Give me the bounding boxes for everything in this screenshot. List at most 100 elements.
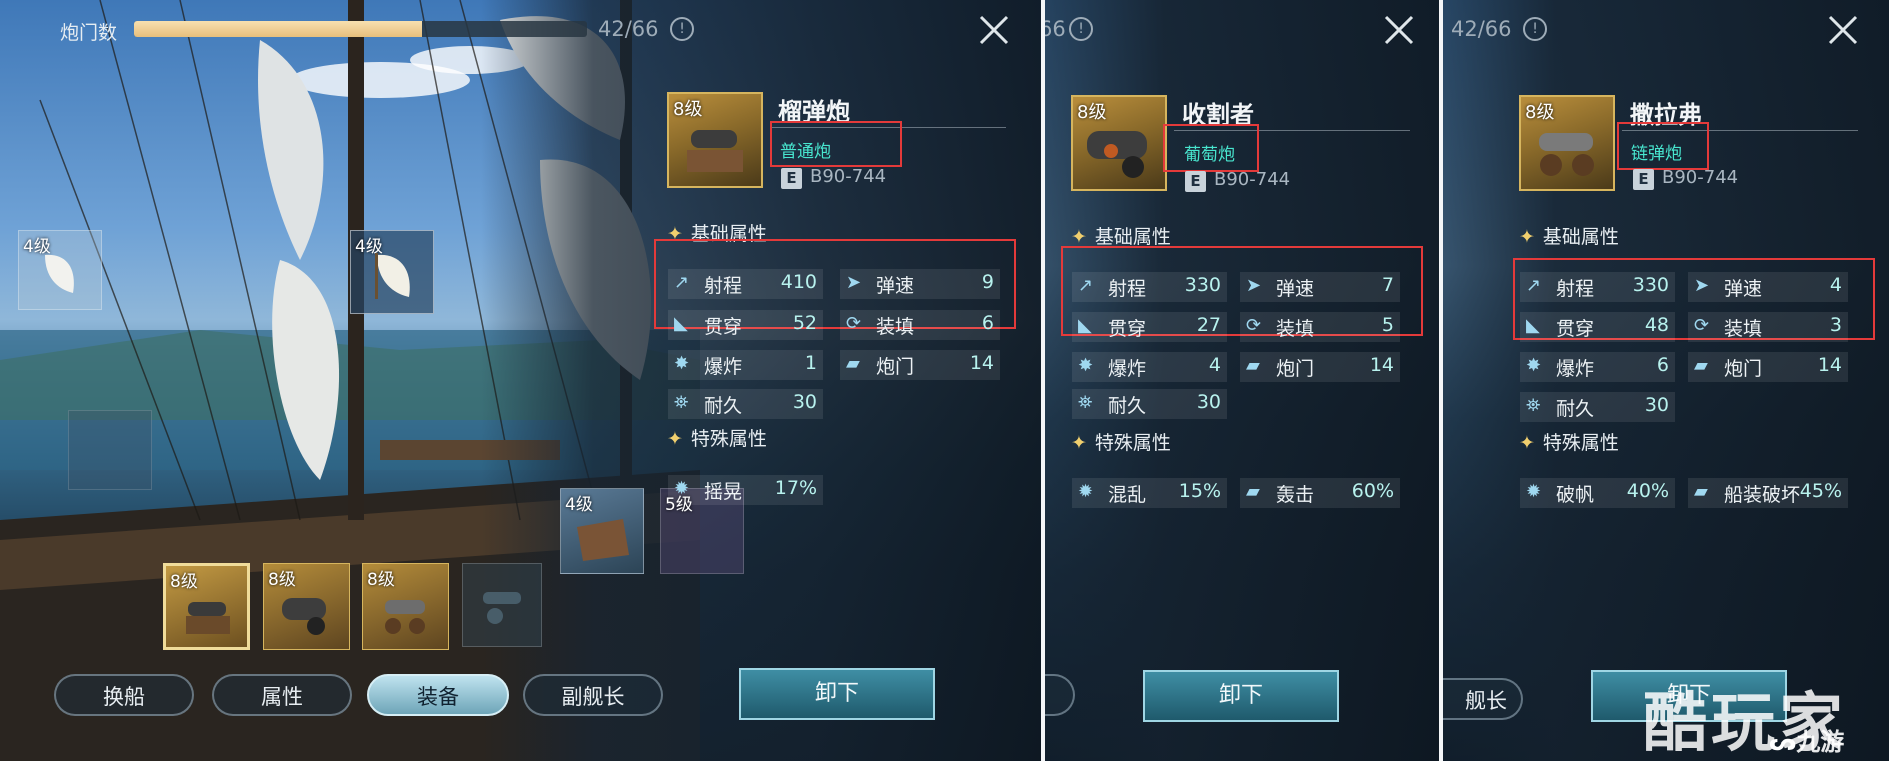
tab-vice-captain-partial[interactable]: 舰长	[1443, 678, 1523, 720]
ship-scene: 炮门数 42/66 ! 4级 4级 4级 5级 8级 8级 8级 换船 属性 装…	[0, 0, 1041, 761]
info-icon[interactable]: !	[670, 17, 694, 41]
stat-value: 30	[792, 391, 817, 413]
special-attributes-title: ✦ 特殊属性	[1519, 432, 1619, 454]
speed-icon: ➤	[1694, 275, 1710, 296]
stat-name: 贯穿	[1556, 318, 1595, 340]
sparkle-icon: ✦	[1071, 432, 1087, 454]
sail-slot[interactable]: 4级	[350, 230, 434, 314]
stat-value: 30	[1196, 391, 1221, 413]
stat-value: 60%	[1351, 480, 1394, 502]
plank-icon	[577, 519, 629, 561]
pierce-icon: ◣	[674, 313, 688, 334]
pierce-icon: ◣	[1526, 315, 1540, 336]
seraph-cannon-icon	[1539, 133, 1594, 176]
sparkle-icon: ✦	[1519, 432, 1535, 454]
tab-equipment[interactable]: 装备	[367, 674, 509, 716]
stat-value: 14	[1817, 354, 1842, 376]
item-code: B90-744	[810, 166, 887, 187]
stat-name: 装填	[1724, 318, 1763, 340]
stat-name: 射程	[1556, 278, 1595, 300]
stat-name: 装填	[1276, 318, 1315, 340]
grade-badge: E	[781, 168, 802, 189]
special-attributes-title: ✦ 特殊属性	[1071, 432, 1171, 454]
range-icon: ↗	[1078, 275, 1094, 296]
explosion-icon: ✸	[1078, 355, 1094, 376]
stat-value: 48	[1644, 314, 1669, 336]
stat-value: 14	[1369, 354, 1394, 376]
stat-value: 330	[1632, 274, 1669, 296]
sail-slot[interactable]: 4级	[18, 230, 102, 310]
durability-icon: ⛯	[1078, 392, 1093, 413]
base-attributes-title: ✦ 基础属性	[1071, 226, 1171, 248]
stat-value: 27	[1196, 314, 1221, 336]
stat-name: 射程	[704, 275, 743, 297]
tab-change-ship[interactable]: 换船	[54, 674, 194, 716]
base-attributes-title: ✦ 基础属性	[1519, 226, 1619, 248]
cannon-slot[interactable]: 8级	[263, 563, 350, 650]
durability-icon: ⛯	[674, 392, 689, 413]
grade-badge: E	[1633, 169, 1654, 190]
cannon-count-fill	[134, 21, 423, 37]
stat-name: 混乱	[1108, 484, 1147, 506]
stat-name: 弹速	[1724, 278, 1763, 300]
sail-icon	[45, 254, 74, 293]
cannon-slot[interactable]: 8级	[362, 563, 449, 650]
cannon-port-icon: ▰	[846, 353, 860, 374]
special-attributes-title: ✦ 特殊属性	[667, 428, 767, 450]
reload-icon: ⟳	[1694, 315, 1710, 336]
speed-icon: ➤	[1246, 275, 1262, 296]
bombard-icon: ▰	[1246, 481, 1260, 502]
cannon-count-value: 42/66	[598, 17, 659, 41]
info-icon[interactable]: !	[1069, 17, 1093, 41]
cannon-slot-empty[interactable]	[462, 563, 542, 647]
sparkle-icon: ✦	[1071, 226, 1087, 248]
stat-name: 射程	[1108, 278, 1147, 300]
item-icon: 8级	[667, 92, 763, 188]
explosion-icon: ✸	[1526, 355, 1542, 376]
stat-value: 45%	[1799, 480, 1842, 502]
stat-name: 摇晃	[704, 481, 743, 503]
stat-value: 9	[981, 271, 994, 293]
cannon-port-icon: ▰	[1246, 355, 1260, 376]
close-icon[interactable]	[1382, 13, 1416, 47]
stat-value: 17%	[774, 477, 817, 499]
info-icon[interactable]: !	[1523, 17, 1547, 41]
stat-name: 爆炸	[1108, 358, 1147, 380]
ship-damage-icon: ▰	[1694, 481, 1708, 502]
cannon-port-icon: ▰	[1694, 355, 1708, 376]
stat-name: 贯穿	[1108, 318, 1147, 340]
stat-name: 爆炸	[1556, 358, 1595, 380]
stat-name: 弹速	[1276, 278, 1315, 300]
unequip-button[interactable]: 卸下	[739, 668, 935, 720]
durability-icon: ⛯	[1526, 395, 1541, 416]
item-code: B90-744	[1662, 167, 1739, 188]
sparkle-icon: ✦	[1519, 226, 1535, 248]
tab-attributes[interactable]: 属性	[212, 674, 352, 716]
tab-vice-captain[interactable]: 副舰长	[523, 674, 663, 716]
sway-icon: ✹	[674, 478, 690, 499]
close-icon[interactable]	[1826, 13, 1860, 47]
item-icon: 8级	[1071, 95, 1167, 191]
stat-value: 1	[804, 352, 817, 374]
stat-name: 炮门	[1276, 358, 1315, 380]
stat-name: 破帆	[1556, 484, 1595, 506]
cannon-slot-selected[interactable]: 8级	[163, 563, 250, 650]
stat-value: 30	[1644, 394, 1669, 416]
stat-value: 5	[1381, 314, 1394, 336]
empty-slot[interactable]	[68, 410, 152, 490]
stat-name: 耐久	[704, 395, 743, 417]
highlight-box	[1163, 124, 1259, 172]
item-code: B90-744	[1214, 169, 1291, 190]
reaper-cannon-icon	[1087, 131, 1147, 178]
unequip-button[interactable]: 卸下	[1143, 670, 1339, 722]
hull-slot[interactable]: 4级	[560, 488, 644, 574]
speed-icon: ➤	[846, 272, 862, 293]
stat-value: 3	[1829, 314, 1842, 336]
cannon-count-bar	[134, 21, 587, 37]
sparkle-icon: ✦	[667, 428, 683, 450]
stat-name: 耐久	[1108, 395, 1147, 417]
howitzer-icon	[186, 602, 230, 634]
stat-value: 14	[969, 352, 994, 374]
cannon-count-label: 炮门数	[60, 22, 118, 44]
close-icon[interactable]	[977, 13, 1011, 47]
